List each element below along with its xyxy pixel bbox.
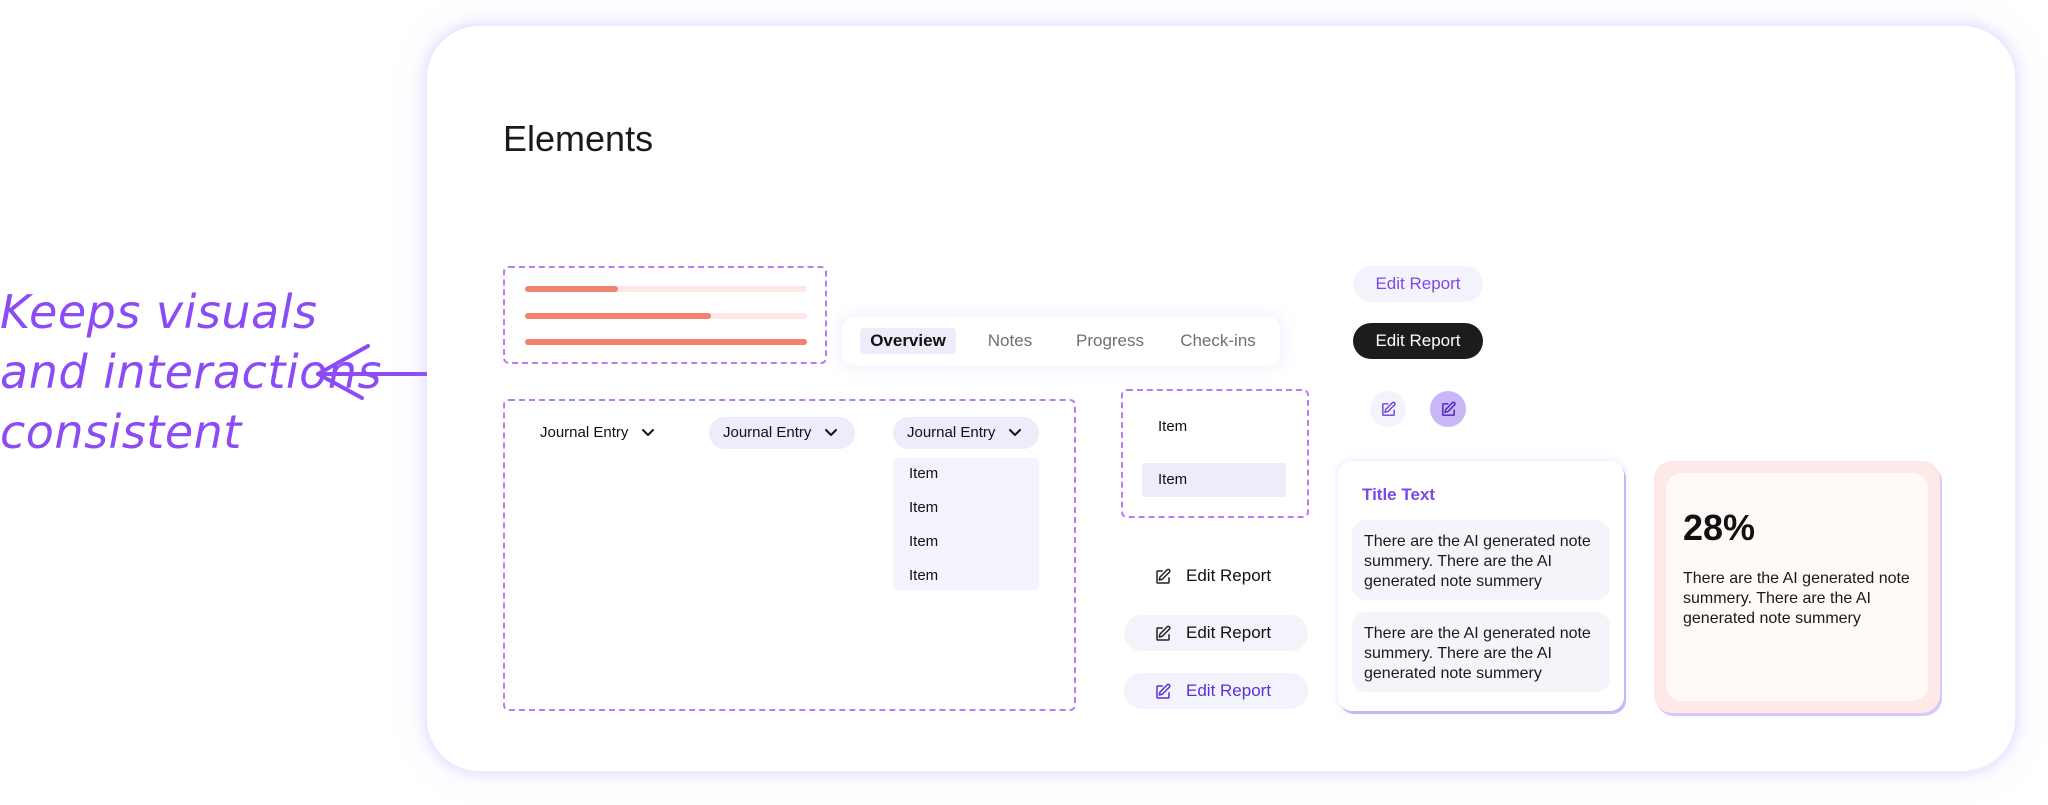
edit-report-label: Edit Report xyxy=(1186,566,1272,585)
journal-entry-dropdown[interactable]: Journal Entry xyxy=(526,417,669,449)
edit-icon-button[interactable] xyxy=(1370,391,1406,427)
edit-icon xyxy=(1156,625,1171,641)
journal-entry-dropdown[interactable]: Journal Entry xyxy=(709,417,855,449)
list-group xyxy=(1121,389,1309,518)
menu-item[interactable]: Item xyxy=(909,465,938,482)
tab-check-ins[interactable]: Check-ins xyxy=(1170,328,1266,354)
chevron-down-icon xyxy=(1008,429,1021,437)
summary-card-title: Title Text xyxy=(1362,485,1436,504)
edit-icon-button-active[interactable] xyxy=(1430,391,1466,427)
menu-item[interactable]: Item xyxy=(909,533,938,550)
dropdown-label: Journal Entry xyxy=(907,424,996,441)
page-title: Elements xyxy=(503,118,654,159)
progress-bar-fill xyxy=(525,286,619,292)
edit-report-button[interactable]: Edit Report xyxy=(1124,673,1308,709)
stat-value: 28% xyxy=(1683,507,1756,548)
progress-bar-fill xyxy=(525,339,807,345)
progress-bar xyxy=(525,313,807,319)
menu-item[interactable]: Item xyxy=(909,567,938,584)
edit-report-label: Edit Report xyxy=(1186,681,1272,700)
menu-item[interactable]: Item xyxy=(909,499,938,516)
edit-report-button[interactable]: Edit Report xyxy=(1124,615,1308,651)
dropdown-label: Journal Entry xyxy=(540,424,629,441)
edit-icon xyxy=(1381,401,1396,416)
stat-card: 28% There are the AI generated note summ… xyxy=(1654,461,1940,713)
progress-bars-group xyxy=(503,266,827,364)
edit-report-label: Edit Report xyxy=(1186,623,1272,642)
edit-report-pill-dark[interactable]: Edit Report xyxy=(1353,323,1483,359)
edit-report-button[interactable]: Edit Report xyxy=(1124,558,1308,594)
arrow-left-icon xyxy=(316,344,430,400)
journal-entry-dropdown[interactable]: Journal Entry xyxy=(893,417,1039,449)
chevron-down-icon xyxy=(641,429,654,437)
stat-card-inner: 28% There are the AI generated note summ… xyxy=(1666,473,1928,701)
progress-bar xyxy=(525,339,807,345)
tab-notes[interactable]: Notes xyxy=(972,328,1048,354)
edit-icon xyxy=(1156,683,1171,699)
note-summary: There are the AI generated note summery.… xyxy=(1352,612,1610,692)
annotation-line: Keeps visuals xyxy=(0,285,318,339)
dropdown-label: Journal Entry xyxy=(723,424,812,441)
progress-bar-fill xyxy=(525,313,712,319)
stat-description: There are the AI generated note summery.… xyxy=(1683,570,1910,627)
summary-card: Title Text There are the AI generated no… xyxy=(1338,461,1624,711)
tab-bar: Overview Notes Progress Check-ins xyxy=(842,317,1280,365)
edit-report-pill-light[interactable]: Edit Report xyxy=(1353,266,1483,302)
tab-progress[interactable]: Progress xyxy=(1060,328,1160,354)
tab-overview[interactable]: Overview xyxy=(860,328,956,354)
edit-icon xyxy=(1441,401,1456,416)
chevron-down-icon xyxy=(824,429,837,437)
list-item[interactable]: Item xyxy=(1142,416,1286,438)
progress-bar xyxy=(525,286,807,292)
annotation-line: consistent xyxy=(0,405,242,459)
dropdown-menu: Item Item Item Item xyxy=(893,458,1039,590)
list-item-selected[interactable]: Item xyxy=(1142,463,1286,497)
edit-icon xyxy=(1156,568,1171,584)
note-summary: There are the AI generated note summery.… xyxy=(1352,520,1610,600)
